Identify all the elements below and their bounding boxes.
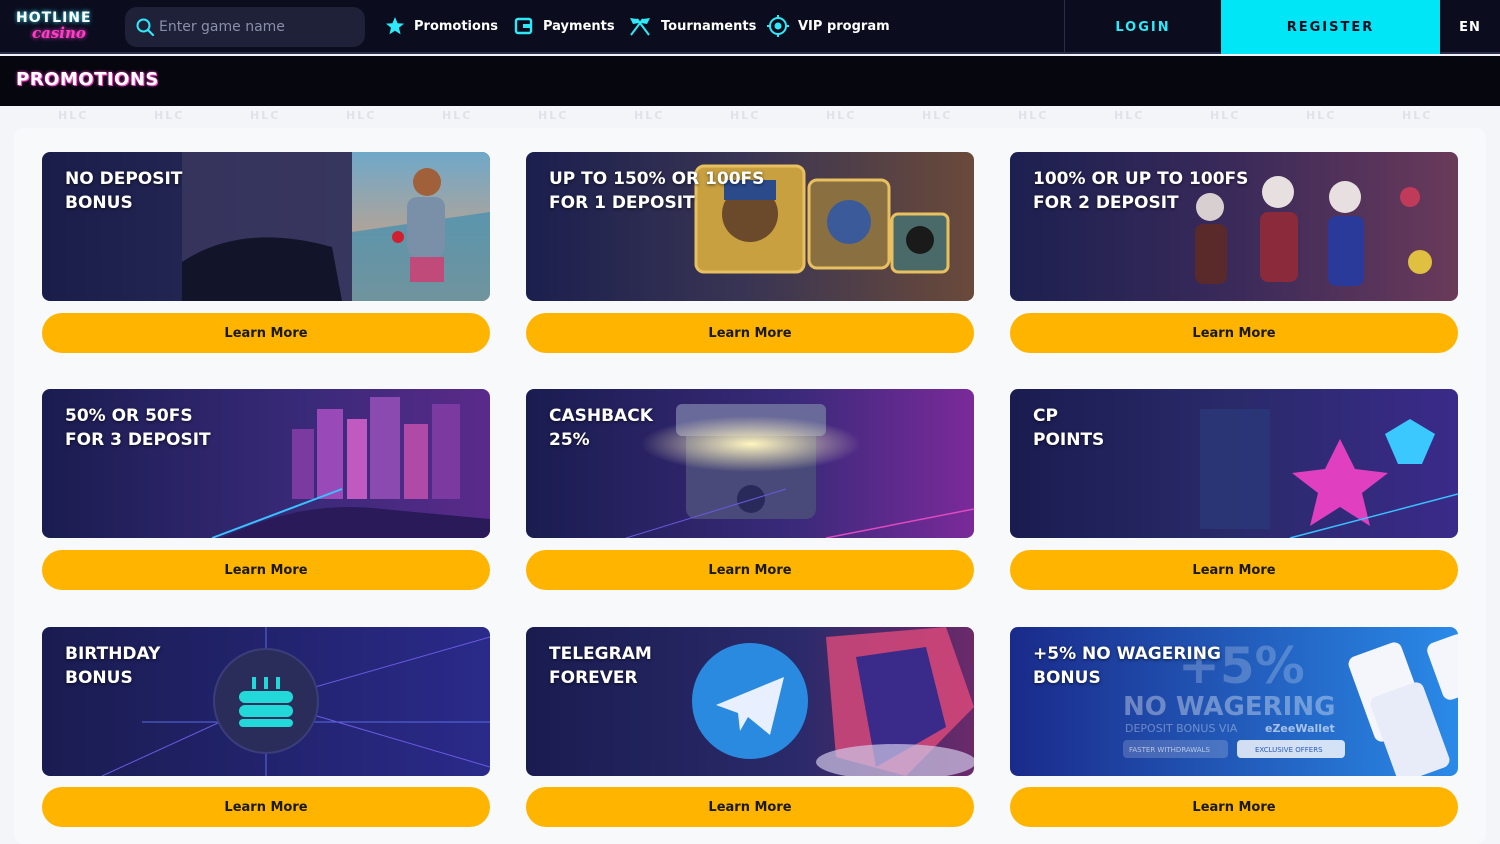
nav-promotions-label: Promotions xyxy=(414,18,498,34)
learn-more-button[interactable]: Learn More xyxy=(1010,313,1458,353)
logo-bottom-text: casino xyxy=(32,24,86,42)
promo-title: CASHBACK 25% xyxy=(549,404,849,452)
watermark-text: HLC xyxy=(1114,109,1145,122)
crossed-flags-icon xyxy=(630,18,650,36)
hotline-casino-logo[interactable]: HOTLINE casino xyxy=(14,8,110,44)
promo-title-line2: 25% xyxy=(549,430,590,450)
promo-card-birthday[interactable]: BIRTHDAY BONUS xyxy=(42,627,490,776)
promo-title-line1: UP TO 150% OR 100FS xyxy=(549,169,765,189)
promo-title: 100% OR UP TO 100FS FOR 2 DEPOSIT xyxy=(1033,167,1333,215)
learn-more-button[interactable]: Learn More xyxy=(526,313,974,353)
promo-title-line1: CP xyxy=(1033,406,1058,426)
promo-title: +5% NO WAGERING BONUS xyxy=(1033,642,1333,690)
promo-title-line1: TELEGRAM xyxy=(549,644,652,664)
promo-title-line1: CASHBACK xyxy=(549,406,653,426)
watermark-text: HLC xyxy=(58,109,89,122)
learn-more-button[interactable]: Learn More xyxy=(42,787,490,827)
watermark-pattern: HLC HLC HLC HLC HLC HLC HLC HLC HLC HLC … xyxy=(0,109,1500,129)
watermark-text: HLC xyxy=(1210,109,1241,122)
promo-title: NO DEPOSIT BONUS xyxy=(65,167,365,215)
banner-brand: eZeeWallet xyxy=(1265,722,1335,735)
wallet-icon xyxy=(514,17,533,35)
promo-card-third-deposit[interactable]: 50% OR 50FS FOR 3 DEPOSIT xyxy=(42,389,490,538)
promo-title: 50% OR 50FS FOR 3 DEPOSIT xyxy=(65,404,365,452)
promo-title-line1: BIRTHDAY xyxy=(65,644,161,664)
watermark-text: HLC xyxy=(1018,109,1049,122)
vip-target-icon xyxy=(767,15,789,37)
watermark-text: HLC xyxy=(1306,109,1337,122)
promo-title: CP POINTS xyxy=(1033,404,1333,452)
register-button[interactable]: REGISTER xyxy=(1221,0,1440,54)
promo-card-telegram[interactable]: TELEGRAM FOREVER xyxy=(526,627,974,776)
banner-chip-2: EXCLUSIVE OFFERS xyxy=(1255,746,1323,754)
learn-more-button[interactable]: Learn More xyxy=(1010,550,1458,590)
nav-payments[interactable]: Payments xyxy=(514,12,615,40)
promo-title-line1: 100% OR UP TO 100FS xyxy=(1033,169,1249,189)
watermark-text: HLC xyxy=(250,109,281,122)
learn-more-button[interactable]: Learn More xyxy=(42,313,490,353)
promo-card-first-deposit[interactable]: UP TO 150% OR 100FS FOR 1 DEPOSIT xyxy=(526,152,974,301)
promo-card-cashback[interactable]: CASHBACK 25% xyxy=(526,389,974,538)
watermark-text: HLC xyxy=(826,109,857,122)
promo-title-line2: FOR 2 DEPOSIT xyxy=(1033,193,1179,213)
promo-title: BIRTHDAY BONUS xyxy=(65,642,365,690)
search-box xyxy=(125,7,365,47)
nav-payments-label: Payments xyxy=(543,18,615,34)
star-icon xyxy=(386,17,404,35)
watermark-text: HLC xyxy=(922,109,953,122)
banner-sub: DEPOSIT BONUS VIA xyxy=(1125,722,1238,735)
watermark-text: HLC xyxy=(442,109,473,122)
search-input[interactable] xyxy=(159,7,359,47)
promo-title-line1: +5% NO WAGERING xyxy=(1033,644,1221,664)
promo-card-cp-points[interactable]: CP POINTS xyxy=(1010,389,1458,538)
watermark-text: HLC xyxy=(538,109,569,122)
login-button[interactable]: LOGIN xyxy=(1064,0,1221,54)
language-selector[interactable]: EN xyxy=(1440,0,1500,54)
promo-title-line2: BONUS xyxy=(65,668,133,688)
promo-title-line1: NO DEPOSIT xyxy=(65,169,183,189)
learn-more-button[interactable]: Learn More xyxy=(526,550,974,590)
nav-tournaments-label: Tournaments xyxy=(661,18,757,34)
banner-chip-1: FASTER WITHDRAWALS xyxy=(1129,746,1211,754)
promo-card-no-deposit[interactable]: NO DEPOSIT BONUS xyxy=(42,152,490,301)
watermark-text: HLC xyxy=(154,109,185,122)
learn-more-button[interactable]: Learn More xyxy=(1010,787,1458,827)
promo-title-line2: FOR 1 DEPOSIT xyxy=(549,193,695,213)
promo-title-line2: POINTS xyxy=(1033,430,1105,450)
page-title-bar: PROMOTIONS xyxy=(0,56,1500,106)
learn-more-button[interactable]: Learn More xyxy=(526,787,974,827)
promo-title-line2: FOREVER xyxy=(549,668,638,688)
nav-promotions[interactable]: Promotions xyxy=(385,12,498,40)
promo-card-no-wagering[interactable]: +5% NO WAGERING DEPOSIT BONUS VIA eZeeWa… xyxy=(1010,627,1458,776)
watermark-text: HLC xyxy=(346,109,377,122)
promo-title-line2: BONUS xyxy=(1033,668,1101,688)
nav-tournaments[interactable]: Tournaments xyxy=(628,12,756,40)
page-title: PROMOTIONS xyxy=(16,69,159,90)
promo-title-line2: FOR 3 DEPOSIT xyxy=(65,430,211,450)
search-icon xyxy=(136,18,155,37)
promo-title: UP TO 150% OR 100FS FOR 1 DEPOSIT xyxy=(549,167,849,215)
nav-vip-label: VIP program xyxy=(798,18,890,34)
top-header: HOTLINE casino Promotions Payments Tourn… xyxy=(0,0,1500,54)
banner-headline: NO WAGERING xyxy=(1123,692,1335,722)
promo-title-line1: 50% OR 50FS xyxy=(65,406,193,426)
learn-more-button[interactable]: Learn More xyxy=(42,550,490,590)
watermark-text: HLC xyxy=(1402,109,1433,122)
promo-title: TELEGRAM FOREVER xyxy=(549,642,849,690)
watermark-text: HLC xyxy=(730,109,761,122)
nav-vip-program[interactable]: VIP program xyxy=(767,12,890,40)
promo-card-second-deposit[interactable]: 100% OR UP TO 100FS FOR 2 DEPOSIT xyxy=(1010,152,1458,301)
promo-title-line2: BONUS xyxy=(65,193,133,213)
watermark-text: HLC xyxy=(634,109,665,122)
